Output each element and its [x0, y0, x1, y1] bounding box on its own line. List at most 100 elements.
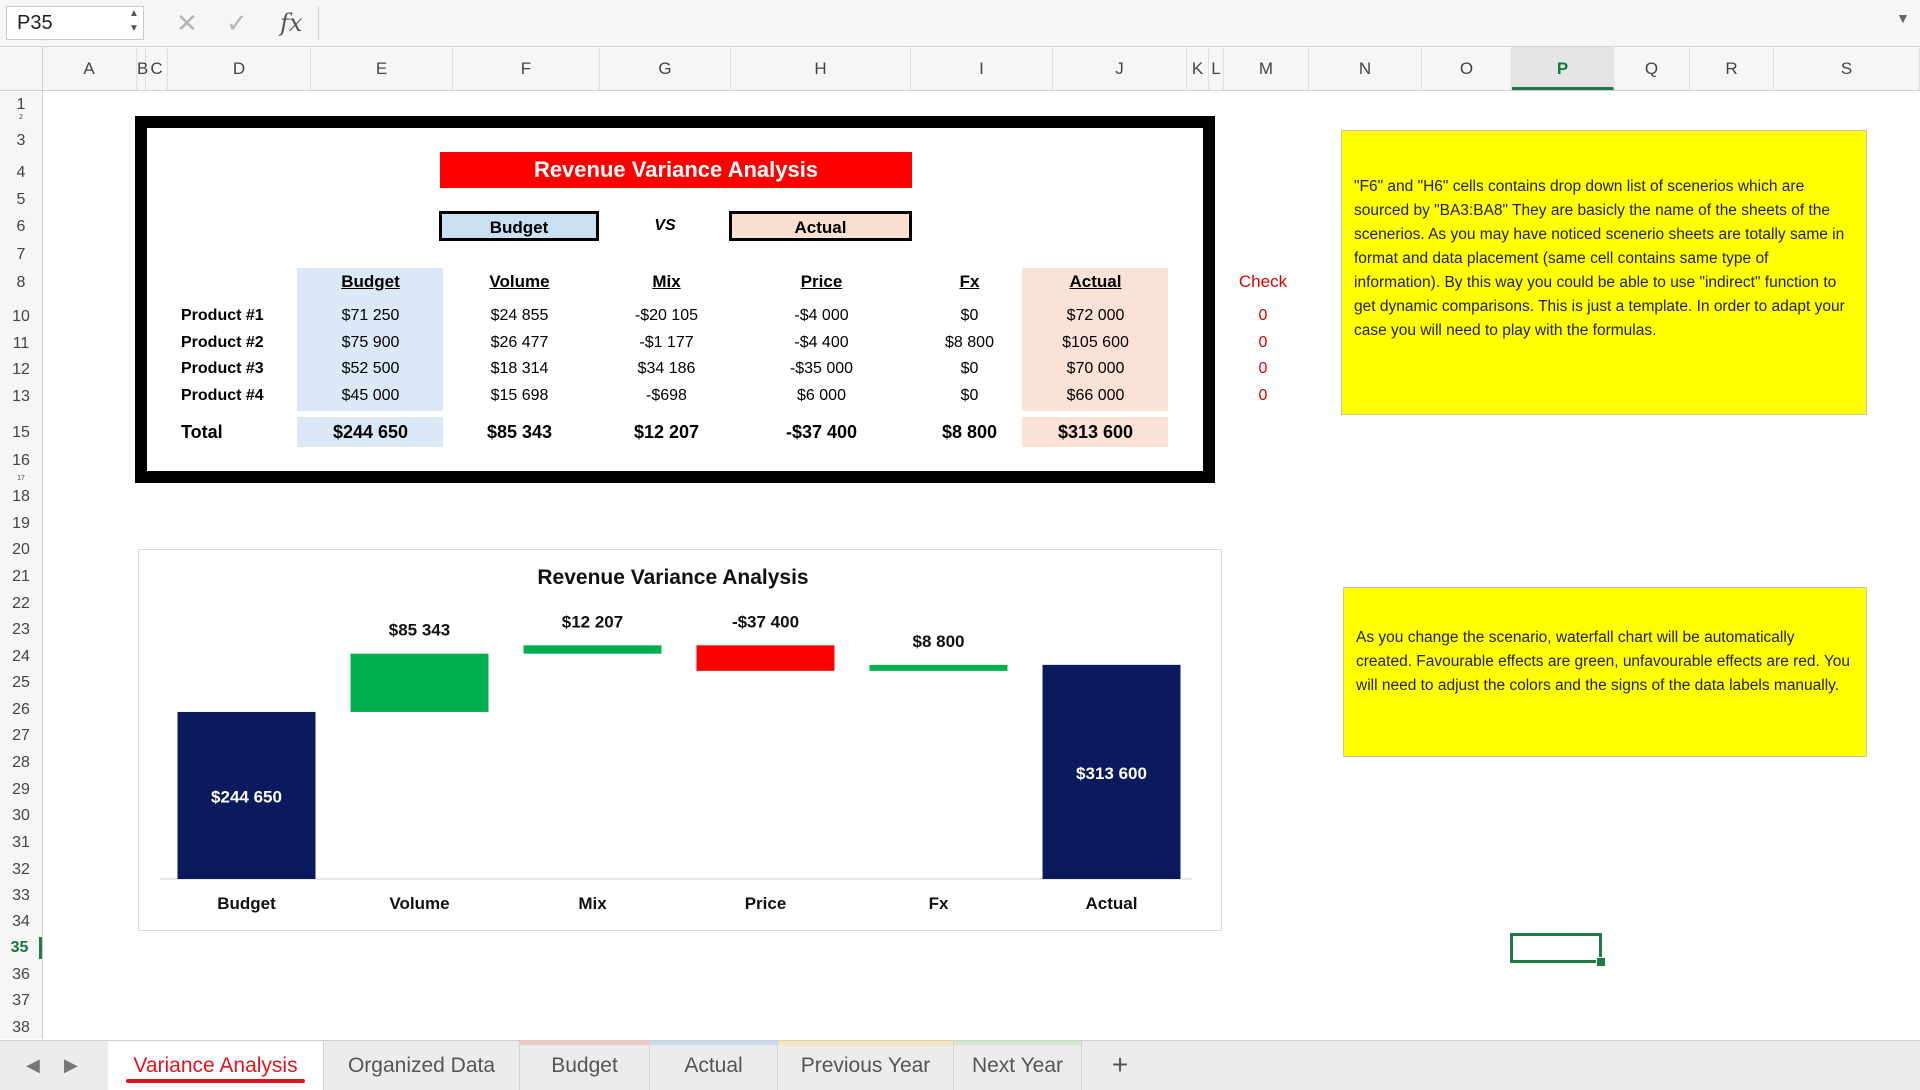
column-header-k[interactable]: K: [1187, 47, 1209, 90]
table-cell[interactable]: $0: [897, 356, 1042, 383]
row-header-7[interactable]: 7: [0, 244, 42, 266]
row-header-36[interactable]: 36: [0, 964, 42, 986]
row-header-35[interactable]: 35: [0, 937, 42, 959]
row-header-38[interactable]: 38: [0, 1017, 42, 1039]
column-header-e[interactable]: E: [311, 47, 453, 90]
table-cell[interactable]: $45 000: [298, 383, 443, 410]
chevron-down-icon[interactable]: ▼: [1896, 10, 1910, 26]
column-header-h[interactable]: H: [731, 47, 911, 90]
cancel-icon[interactable]: ✕: [176, 6, 198, 40]
row-header-8[interactable]: 8: [0, 272, 42, 294]
note-dropdown-explanation[interactable]: "F6" and "H6" cells contains drop down l…: [1341, 130, 1867, 415]
note-waterfall-explanation[interactable]: As you change the scenario, waterfall ch…: [1343, 587, 1867, 757]
row-header-31[interactable]: 31: [0, 832, 42, 854]
check-value[interactable]: 0: [1226, 383, 1300, 409]
row-header-37[interactable]: 37: [0, 990, 42, 1012]
table-cell[interactable]: -$1 177: [594, 330, 739, 357]
column-header-f[interactable]: F: [453, 47, 600, 90]
table-cell[interactable]: $66 000: [1023, 383, 1168, 410]
column-header-a[interactable]: A: [42, 47, 137, 90]
table-cell[interactable]: $105 600: [1023, 330, 1168, 357]
row-header-23[interactable]: 23: [0, 619, 42, 641]
row-header-22[interactable]: 22: [0, 593, 42, 615]
selected-cell-p35[interactable]: [1510, 933, 1602, 963]
table-cell[interactable]: -$698: [594, 383, 739, 410]
table-cell[interactable]: $34 186: [594, 356, 739, 383]
select-all-corner[interactable]: [0, 47, 43, 90]
name-box[interactable]: P35: [6, 6, 144, 40]
row-header-15[interactable]: 15: [0, 422, 42, 444]
row-header-27[interactable]: 27: [0, 725, 42, 747]
row-header-12[interactable]: 12: [0, 359, 42, 381]
table-cell[interactable]: $71 250: [298, 303, 443, 330]
column-header-p[interactable]: P: [1512, 47, 1614, 90]
row-header-34[interactable]: 34: [0, 911, 42, 933]
previous-sheet-icon[interactable]: ◀: [26, 1041, 40, 1090]
function-icon[interactable]: fx: [280, 6, 302, 40]
table-cell[interactable]: $15 698: [447, 383, 592, 410]
row-header-6[interactable]: 6: [0, 216, 42, 238]
row-header-33[interactable]: 33: [0, 885, 42, 907]
check-value[interactable]: 0: [1226, 303, 1300, 329]
fill-handle[interactable]: [1596, 957, 1606, 967]
row-header-11[interactable]: 11: [0, 333, 42, 355]
column-header-q[interactable]: Q: [1614, 47, 1690, 90]
total-cell[interactable]: $85 343: [447, 417, 592, 447]
formula-input[interactable]: [318, 6, 1889, 40]
table-cell[interactable]: $52 500: [298, 356, 443, 383]
row-header-2[interactable]: 2: [0, 107, 42, 129]
sheet-tab-actual[interactable]: Actual: [650, 1041, 778, 1090]
sheet-tab-organized-data[interactable]: Organized Data: [324, 1041, 520, 1090]
column-header-n[interactable]: N: [1309, 47, 1422, 90]
check-value[interactable]: 0: [1226, 356, 1300, 382]
column-header-c[interactable]: C: [146, 47, 168, 90]
sheet-tab-budget[interactable]: Budget: [520, 1041, 650, 1090]
column-header-m[interactable]: M: [1224, 47, 1309, 90]
column-header-d[interactable]: D: [168, 47, 311, 90]
column-header-s[interactable]: S: [1774, 47, 1920, 90]
row-header-18[interactable]: 18: [0, 486, 42, 508]
scenario-right-dropdown[interactable]: Actual: [729, 211, 912, 241]
row-header-29[interactable]: 29: [0, 779, 42, 801]
column-header-o[interactable]: O: [1422, 47, 1512, 90]
row-header-4[interactable]: 4: [0, 162, 42, 184]
next-sheet-icon[interactable]: ▶: [64, 1041, 78, 1090]
table-cell[interactable]: $75 900: [298, 330, 443, 357]
row-header-25[interactable]: 25: [0, 672, 42, 694]
sheet-tab-previous-year[interactable]: Previous Year: [778, 1041, 954, 1090]
row-header-21[interactable]: 21: [0, 566, 42, 588]
column-header-j[interactable]: J: [1053, 47, 1187, 90]
name-box-stepper-icon[interactable]: ▲ ▼: [126, 6, 142, 40]
row-header-32[interactable]: 32: [0, 859, 42, 881]
table-cell[interactable]: -$4 400: [749, 330, 894, 357]
table-cell[interactable]: -$20 105: [594, 303, 739, 330]
confirm-icon[interactable]: ✓: [226, 6, 248, 40]
total-cell[interactable]: -$37 400: [749, 417, 894, 447]
row-header-19[interactable]: 19: [0, 513, 42, 535]
table-cell[interactable]: -$4 000: [749, 303, 894, 330]
sheet-tab-variance-analysis[interactable]: Variance Analysis: [108, 1041, 324, 1090]
total-cell[interactable]: $8 800: [897, 417, 1042, 447]
total-cell[interactable]: $313 600: [1023, 417, 1168, 447]
row-header-26[interactable]: 26: [0, 699, 42, 721]
row-header-20[interactable]: 20: [0, 539, 42, 561]
table-cell[interactable]: $72 000: [1023, 303, 1168, 330]
table-cell[interactable]: $0: [897, 303, 1042, 330]
column-header-b[interactable]: B: [137, 47, 148, 90]
total-cell[interactable]: $12 207: [594, 417, 739, 447]
table-cell[interactable]: $8 800: [897, 330, 1042, 357]
table-cell[interactable]: $24 855: [447, 303, 592, 330]
table-cell[interactable]: -$35 000: [749, 356, 894, 383]
total-cell[interactable]: $244 650: [298, 417, 443, 447]
table-cell[interactable]: $0: [897, 383, 1042, 410]
table-cell[interactable]: $18 314: [447, 356, 592, 383]
column-header-l[interactable]: L: [1209, 47, 1224, 90]
row-header-24[interactable]: 24: [0, 646, 42, 668]
row-header-28[interactable]: 28: [0, 752, 42, 774]
row-header-10[interactable]: 10: [0, 306, 42, 328]
add-sheet-button[interactable]: +: [1090, 1041, 1150, 1090]
table-cell[interactable]: $26 477: [447, 330, 592, 357]
row-header-13[interactable]: 13: [0, 386, 42, 408]
column-header-r[interactable]: R: [1690, 47, 1774, 90]
row-header-5[interactable]: 5: [0, 189, 42, 211]
